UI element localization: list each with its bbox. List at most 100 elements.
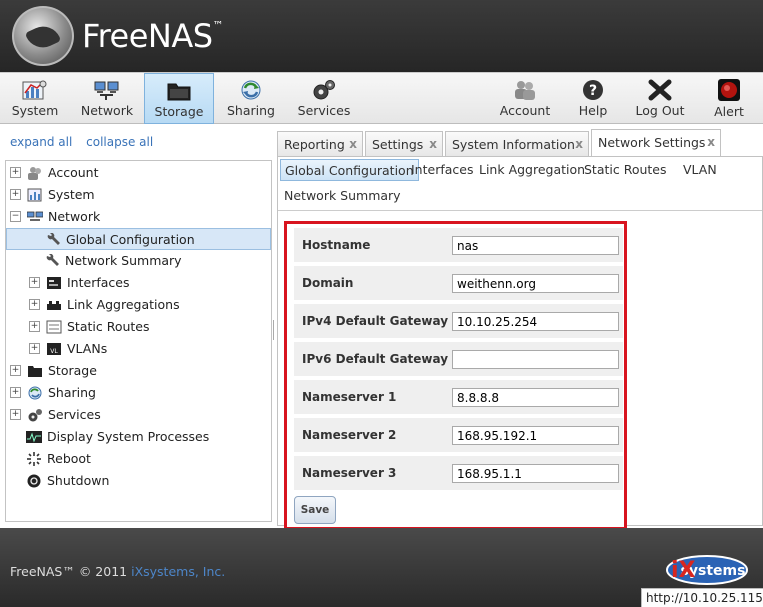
- subtab-link-aggregation[interactable]: Link Aggregation: [475, 159, 589, 181]
- expand-icon[interactable]: +: [10, 365, 21, 376]
- toolbar-services-button[interactable]: Services: [292, 73, 356, 124]
- toolbar-logout-button[interactable]: Log Out: [632, 73, 688, 124]
- help-question-icon: ?: [583, 80, 603, 100]
- toolbar-help-button[interactable]: ? Help: [570, 73, 616, 124]
- toolbar-system-button[interactable]: System: [4, 73, 66, 124]
- subtab-global-configuration[interactable]: Global Configuration: [280, 159, 419, 181]
- close-tab-icon[interactable]: x: [707, 130, 715, 155]
- network-computers-icon: [94, 81, 119, 100]
- tree-item-network-summary[interactable]: Network Summary: [44, 250, 182, 272]
- collapse-all-link[interactable]: collapse all: [86, 135, 153, 149]
- nameserver-3-input[interactable]: [452, 464, 619, 483]
- expand-icon[interactable]: +: [10, 387, 21, 398]
- static-routes-icon: [46, 320, 62, 333]
- close-tab-icon[interactable]: x: [575, 132, 583, 157]
- subtab-network-summary[interactable]: Network Summary: [280, 185, 405, 207]
- services-gears-icon: [313, 80, 335, 100]
- vlan-icon: VL: [47, 342, 61, 355]
- expand-icon[interactable]: +: [10, 167, 21, 178]
- tab-settings[interactable]: Settings x: [365, 131, 443, 156]
- browser-status-url: http://10.10.25.115/: [641, 588, 763, 607]
- hostname-input[interactable]: [452, 236, 619, 255]
- close-tab-icon[interactable]: x: [349, 132, 357, 157]
- expand-icon[interactable]: +: [29, 299, 40, 310]
- sharing-arrows-icon: [241, 80, 261, 100]
- tree-item-link-aggregations[interactable]: + Link Aggregations: [29, 294, 180, 316]
- toolbar-storage-button[interactable]: Storage: [144, 73, 214, 124]
- system-icon: [27, 188, 42, 201]
- reboot-icon: [27, 451, 41, 466]
- services-icon: [28, 408, 42, 421]
- tree-item-interfaces[interactable]: + Interfaces: [29, 272, 129, 294]
- ixsystems-logo: systems iX: [666, 555, 748, 585]
- tree-item-reboot[interactable]: Reboot: [26, 448, 91, 470]
- tree-item-system[interactable]: + System: [10, 184, 95, 206]
- alert-light-icon: [718, 79, 740, 101]
- tree-item-static-routes[interactable]: + Static Routes: [29, 316, 150, 338]
- form-row-nameserver-2: Nameserver 2: [294, 418, 623, 452]
- tab-system-information[interactable]: System Information x: [445, 131, 589, 156]
- subtab-vlan[interactable]: VLAN: [679, 159, 721, 181]
- tree-item-storage[interactable]: + Storage: [10, 360, 97, 382]
- form-row-ipv4-gateway: IPv4 Default Gateway: [294, 304, 623, 338]
- tree-item-shutdown[interactable]: Shutdown: [26, 470, 109, 492]
- wrench-icon: [46, 253, 59, 266]
- svg-text:iX: iX: [671, 558, 696, 583]
- interfaces-icon: [47, 276, 61, 289]
- svg-text:?: ?: [589, 83, 597, 99]
- domain-input[interactable]: [452, 274, 619, 293]
- expand-icon[interactable]: +: [29, 321, 40, 332]
- tree-item-global-configuration[interactable]: Global Configuration: [6, 228, 271, 250]
- company-link[interactable]: iXsystems, Inc.: [131, 564, 225, 579]
- close-tab-icon[interactable]: x: [429, 132, 437, 157]
- toolbar-account-button[interactable]: Account: [496, 73, 554, 124]
- global-configuration-form: Hostname Domain IPv4 Default Gateway IPv…: [284, 221, 627, 530]
- toolbar-sharing-button[interactable]: Sharing: [220, 73, 282, 124]
- tab-bar: Reporting x Settings x System Information x…: [277, 129, 763, 157]
- subtab-static-routes[interactable]: Static Routes: [580, 159, 671, 181]
- tree-item-network[interactable]: − Network: [10, 206, 100, 228]
- tree-item-account[interactable]: + Account: [10, 162, 98, 184]
- form-row-nameserver-3: Nameserver 3: [294, 456, 623, 490]
- toolbar-network-button[interactable]: Network: [76, 73, 138, 124]
- logout-x-icon: [648, 79, 672, 101]
- tree-item-sharing[interactable]: + Sharing: [10, 382, 96, 404]
- ipv4-gateway-label: IPv4 Default Gateway: [302, 314, 449, 328]
- form-row-ipv6-gateway: IPv6 Default Gateway: [294, 342, 623, 376]
- nameserver-1-input[interactable]: [452, 388, 619, 407]
- tab-network-settings[interactable]: Network Settings x: [591, 129, 721, 157]
- tree-item-display-system-processes[interactable]: Display System Processes: [26, 426, 209, 448]
- tree-controls: expand all collapse all: [10, 135, 163, 149]
- expand-icon[interactable]: +: [10, 189, 21, 200]
- ipv6-gateway-input[interactable]: [452, 350, 619, 369]
- form-row-domain: Domain: [294, 266, 623, 300]
- copyright-text: FreeNAS™ © 2011 iXsystems, Inc.: [10, 564, 226, 579]
- toolbar-alert-button[interactable]: Alert: [706, 73, 752, 124]
- hostname-label: Hostname: [302, 238, 371, 252]
- tab-reporting[interactable]: Reporting x: [277, 131, 363, 156]
- domain-label: Domain: [302, 276, 354, 290]
- brand-name: FreeNAS™: [82, 17, 224, 55]
- collapse-icon[interactable]: −: [10, 211, 21, 222]
- system-chart-icon: [22, 80, 47, 100]
- save-button[interactable]: Save: [294, 496, 336, 524]
- account-users-icon: [515, 81, 535, 100]
- expand-icon[interactable]: +: [29, 343, 40, 354]
- expand-icon[interactable]: +: [10, 409, 21, 420]
- navigation-tree: + Account + System − Network Global Configu…: [5, 160, 272, 522]
- storage-folder-icon: [167, 83, 191, 101]
- expand-all-link[interactable]: expand all: [10, 135, 72, 149]
- network-icon: [27, 211, 43, 221]
- main-toolbar: System Network Storage Sharing Services: [0, 72, 763, 124]
- ipv4-gateway-input[interactable]: [452, 312, 619, 331]
- shutdown-icon: [27, 474, 41, 487]
- expand-icon[interactable]: +: [29, 277, 40, 288]
- network-subtabs: Global Configuration Interfaces Link Agg…: [278, 157, 762, 211]
- nameserver-1-label: Nameserver 1: [302, 390, 397, 404]
- nameserver-2-input[interactable]: [452, 426, 619, 445]
- tree-item-vlans[interactable]: + VL VLANs: [29, 338, 107, 360]
- subtab-interfaces[interactable]: Interfaces: [407, 159, 477, 181]
- sharing-icon: [28, 386, 42, 399]
- tree-item-services[interactable]: + Services: [10, 404, 101, 426]
- svg-text:VL: VL: [50, 348, 58, 355]
